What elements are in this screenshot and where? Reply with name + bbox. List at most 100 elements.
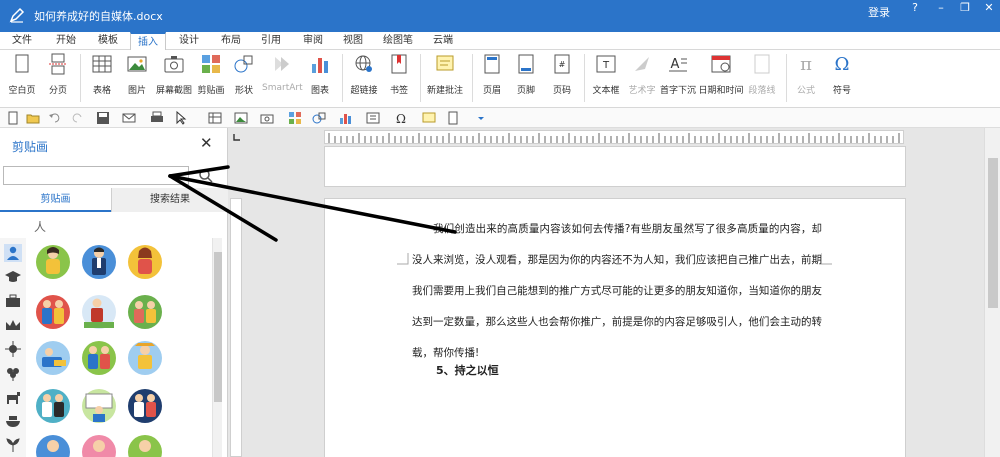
- minimize-button[interactable]: –: [928, 0, 954, 16]
- page-number-label: 页码: [552, 86, 571, 96]
- hyperlink-button[interactable]: 超链接: [348, 53, 380, 105]
- tab-draw[interactable]: 绘图笔: [376, 32, 420, 50]
- restore-button[interactable]: ❐: [952, 0, 978, 16]
- print-icon[interactable]: [150, 111, 164, 125]
- tab-design[interactable]: 设计: [170, 32, 208, 50]
- clover-icon[interactable]: [4, 364, 22, 382]
- clipart-thumbnail[interactable]: [34, 386, 72, 424]
- snowflake-icon[interactable]: [4, 340, 22, 358]
- page-number-button[interactable]: # 页码: [548, 53, 576, 105]
- table-small-icon[interactable]: [208, 111, 222, 125]
- document-page-previous[interactable]: [324, 146, 906, 187]
- textbox-button[interactable]: T 文本框: [590, 53, 622, 105]
- equation-button[interactable]: π 公式: [792, 53, 820, 105]
- pane-scroll-thumb[interactable]: [214, 252, 222, 402]
- ribbon-insert: 空白页 分页 表格 图片 屏幕截图 剪贴画 形状 SmartArt 图表 超链接…: [0, 50, 1000, 108]
- clipart-thumbnail[interactable]: [126, 432, 164, 457]
- clipart-thumbnail[interactable]: [126, 242, 164, 280]
- body-paragraph[interactable]: 我们创造出来的高质量内容该如何去传播?有些朋友虽然写了很多高质量的内容，却没人来…: [412, 214, 822, 369]
- save-icon[interactable]: [96, 111, 110, 125]
- camera-small-icon[interactable]: [260, 111, 274, 125]
- tab-file[interactable]: 文件: [4, 32, 40, 50]
- clipart-thumbnail[interactable]: [80, 386, 118, 424]
- comment-small-icon[interactable]: [422, 111, 436, 125]
- redo-icon[interactable]: [70, 111, 84, 125]
- signature-line-button[interactable]: 段落线: [746, 53, 778, 105]
- plant-icon[interactable]: [4, 436, 22, 454]
- clipart-thumbnail[interactable]: [126, 338, 164, 376]
- new-comment-button[interactable]: 新建批注: [424, 53, 466, 105]
- tab-references[interactable]: 引用: [252, 32, 290, 50]
- vertical-ruler[interactable]: [230, 198, 242, 457]
- help-button[interactable]: ?: [902, 0, 928, 16]
- clipart-thumbnail[interactable]: [126, 292, 164, 330]
- picture-button[interactable]: 图片: [122, 53, 152, 105]
- textbox-small-icon[interactable]: [366, 111, 380, 125]
- bookmark-button[interactable]: 书签: [384, 53, 414, 105]
- document-scrollbar[interactable]: [984, 128, 1000, 457]
- tab-review[interactable]: 审阅: [294, 32, 332, 50]
- signature-line-label: 段落线: [748, 86, 776, 96]
- tab-view[interactable]: 视图: [334, 32, 372, 50]
- open-folder-icon[interactable]: [26, 111, 40, 125]
- briefcase-icon[interactable]: [4, 292, 22, 310]
- new-doc-icon[interactable]: [6, 111, 20, 125]
- clipart-thumbnail[interactable]: [80, 292, 118, 330]
- tab-layout[interactable]: 布局: [212, 32, 250, 50]
- close-window-button[interactable]: ✕: [976, 0, 1000, 16]
- tab-template[interactable]: 模板: [88, 32, 128, 50]
- page-small-icon[interactable]: [446, 111, 460, 125]
- chart-button[interactable]: 图表: [306, 53, 334, 105]
- animal-icon[interactable]: [4, 388, 22, 406]
- pane-close-icon[interactable]: ✕: [200, 134, 213, 152]
- datetime-button[interactable]: 日期和时间: [698, 53, 744, 105]
- picture-small-icon[interactable]: [234, 111, 248, 125]
- shapes-small-icon[interactable]: [312, 111, 326, 125]
- clipart-search-input[interactable]: [3, 166, 189, 185]
- crown-icon[interactable]: [4, 316, 22, 334]
- symbol-button[interactable]: Ω 符号: [828, 53, 856, 105]
- food-icon[interactable]: [4, 412, 22, 430]
- blank-page-button[interactable]: 空白页: [6, 53, 38, 105]
- clipart-button[interactable]: 剪贴画: [196, 53, 226, 105]
- omega-small-icon[interactable]: Ω: [394, 111, 408, 125]
- footer-button[interactable]: 页脚: [512, 53, 540, 105]
- shapes-button[interactable]: 形状: [230, 53, 258, 105]
- ruler-tab-icon[interactable]: [232, 132, 242, 142]
- tab-home[interactable]: 开始: [46, 32, 86, 50]
- document-scroll-thumb[interactable]: [988, 158, 998, 308]
- clipart-thumbnail[interactable]: [34, 338, 72, 376]
- login-link[interactable]: 登录: [868, 4, 890, 20]
- tab-cloud[interactable]: 云端: [424, 32, 462, 50]
- clipart-thumbnail[interactable]: [80, 242, 118, 280]
- clipart-thumbnail[interactable]: [126, 386, 164, 424]
- chart-small-icon[interactable]: [338, 111, 352, 125]
- customize-dropdown-icon[interactable]: [474, 111, 488, 125]
- clipart-thumbnail[interactable]: [80, 338, 118, 376]
- screenshot-button[interactable]: 屏幕截图: [154, 53, 194, 105]
- mail-icon[interactable]: [122, 111, 136, 125]
- undo-icon[interactable]: [48, 111, 62, 125]
- tab-clipart[interactable]: 剪贴画: [0, 188, 111, 212]
- dropcap-button[interactable]: A 首字下沉: [660, 53, 696, 105]
- wordart-button[interactable]: 艺术字: [626, 53, 658, 105]
- person-category-icon[interactable]: [4, 244, 22, 262]
- tab-search-results[interactable]: 搜索结果: [111, 188, 228, 212]
- horizontal-ruler[interactable]: [324, 130, 904, 144]
- smartart-button[interactable]: SmartArt: [262, 53, 303, 105]
- clipart-thumbnail[interactable]: [34, 432, 72, 457]
- graduation-cap-icon[interactable]: [4, 268, 22, 286]
- search-icon[interactable]: [198, 168, 214, 184]
- pointer-icon[interactable]: [174, 111, 188, 125]
- clipart-thumbnail[interactable]: [34, 242, 72, 280]
- clipart-thumbnail[interactable]: [80, 432, 118, 457]
- clipart-thumbnail[interactable]: [34, 292, 72, 330]
- header-button[interactable]: 页眉: [478, 53, 506, 105]
- clipart-small-icon[interactable]: [288, 111, 302, 125]
- section-heading[interactable]: 5、持之以恒: [436, 362, 499, 378]
- pane-scrollbar[interactable]: [212, 238, 222, 457]
- equation-label: 公式: [796, 86, 815, 96]
- page-break-button[interactable]: 分页: [44, 53, 72, 105]
- tab-insert[interactable]: 插入: [130, 32, 166, 51]
- table-button[interactable]: 表格: [88, 53, 116, 105]
